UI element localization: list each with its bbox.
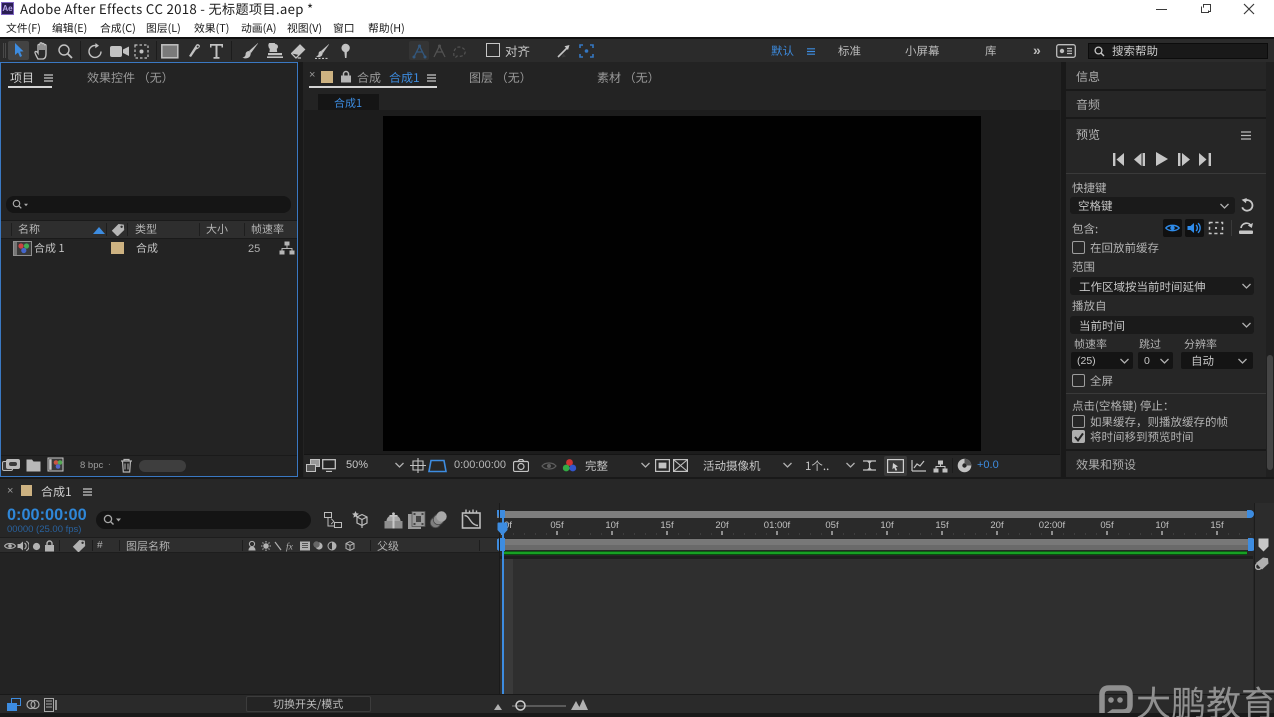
svg-text:fx: fx — [286, 542, 294, 553]
